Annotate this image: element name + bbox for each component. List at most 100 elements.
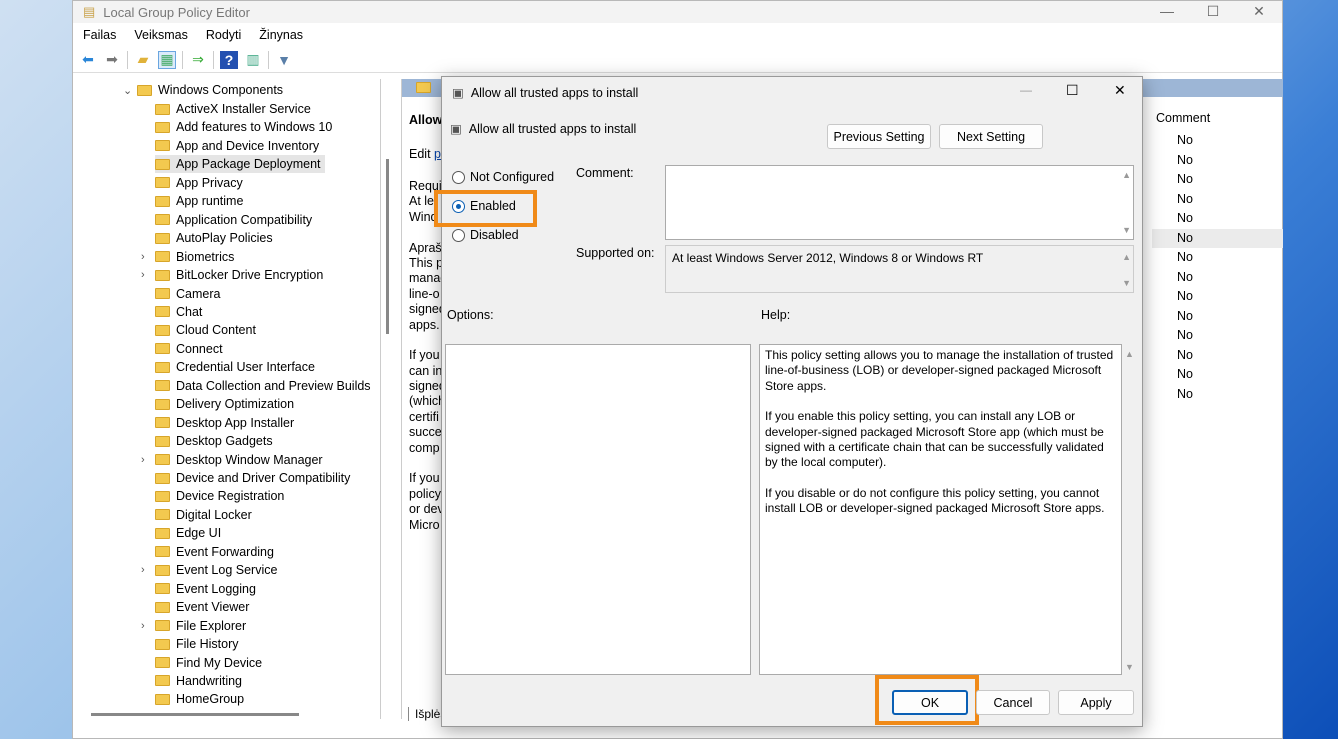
forward-icon[interactable]: ➡ xyxy=(103,51,121,69)
folder-icon xyxy=(155,435,170,447)
next-setting-button[interactable]: Next Setting xyxy=(939,124,1043,149)
tree-item[interactable]: Connect xyxy=(155,340,223,358)
tree-item[interactable]: App runtime xyxy=(155,192,243,210)
tree-item[interactable]: › Desktop Window Manager xyxy=(141,451,323,469)
tree-item[interactable]: ActiveX Installer Service xyxy=(155,100,311,118)
tree-item[interactable]: Event Forwarding xyxy=(155,543,274,561)
chevron-down-icon[interactable]: ⌄ xyxy=(123,84,132,97)
tree-item[interactable]: Add features to Windows 10 xyxy=(155,118,332,136)
menu-veiksmas[interactable]: Veiksmas xyxy=(134,28,188,42)
apply-button[interactable]: Apply xyxy=(1058,690,1134,715)
comment-cell[interactable]: No xyxy=(1152,268,1283,287)
tree-item[interactable]: ⌄ Windows Components xyxy=(123,81,283,99)
dialog-heading: ▣ Allow all trusted apps to install xyxy=(450,121,636,137)
tree-item[interactable]: Handwriting xyxy=(155,672,242,690)
comment-cell[interactable]: No xyxy=(1152,209,1283,228)
tree-item-label: Cloud Content xyxy=(176,323,256,338)
folder-icon xyxy=(155,657,170,668)
cancel-button[interactable]: Cancel xyxy=(976,690,1050,715)
tree-item[interactable]: › Event Log Service xyxy=(141,561,277,579)
tree-item[interactable]: Desktop App Installer xyxy=(155,414,294,432)
minimize-button[interactable]: — xyxy=(1144,1,1190,23)
comment-column-header[interactable]: Comment xyxy=(1156,111,1210,125)
tree-item[interactable]: Cloud Content xyxy=(155,321,256,339)
dialog-minimize-button[interactable]: — xyxy=(1020,83,1032,97)
tree-item[interactable]: App and Device Inventory xyxy=(155,137,319,155)
tree-item-label: File Explorer xyxy=(176,618,247,633)
previous-setting-button[interactable]: Previous Setting xyxy=(827,124,931,149)
comment-cell[interactable]: No xyxy=(1152,287,1283,306)
tree-item[interactable]: Camera xyxy=(155,285,220,303)
dialog-close-button[interactable]: ✕ xyxy=(1114,82,1126,99)
menu-rodyti[interactable]: Rodyti xyxy=(206,28,241,42)
tree-item[interactable]: Event Viewer xyxy=(155,598,249,616)
comment-cell[interactable]: No xyxy=(1152,365,1283,384)
chevron-right-icon[interactable]: › xyxy=(141,251,145,263)
help-label: Help: xyxy=(761,308,791,322)
up-folder-icon[interactable]: ▰ xyxy=(134,51,152,69)
chevron-right-icon[interactable]: › xyxy=(141,454,145,466)
extended-view-icon[interactable]: ▥ xyxy=(244,51,262,69)
dialog-maximize-button[interactable]: ☐ xyxy=(1066,82,1079,99)
tree-item[interactable]: Application Compatibility xyxy=(155,211,312,229)
tree-item[interactable]: Delivery Optimization xyxy=(155,395,294,413)
tree-item[interactable]: AutoPlay Policies xyxy=(155,229,273,247)
menu-žinynas[interactable]: Žinynas xyxy=(259,28,303,42)
folder-icon xyxy=(155,509,170,521)
tree-item[interactable]: Event Logging xyxy=(155,580,256,598)
chevron-right-icon[interactable]: › xyxy=(141,269,145,281)
policy-tree[interactable]: ⌄ Windows Components ActiveX Installer Ser… xyxy=(73,79,381,719)
comment-cell[interactable]: No xyxy=(1152,228,1283,248)
comment-cell[interactable]: No xyxy=(1152,326,1283,345)
chevron-right-icon[interactable]: › xyxy=(141,564,145,576)
radio-disabled[interactable]: Disabled xyxy=(452,228,519,242)
chevron-right-icon[interactable]: › xyxy=(141,620,145,632)
tree-item[interactable]: Find My Device xyxy=(155,654,262,672)
comment-cell[interactable]: No xyxy=(1152,248,1283,267)
tree-item[interactable]: Digital Locker xyxy=(155,506,252,524)
tree-item[interactable]: Device Registration xyxy=(155,487,284,505)
tree-item[interactable]: Credential User Interface xyxy=(155,358,315,376)
tree-item[interactable]: › File Explorer xyxy=(141,617,247,635)
tree-item-label: App runtime xyxy=(176,194,244,209)
tree-item[interactable]: › BitLocker Drive Encryption xyxy=(141,266,324,284)
tree-item[interactable]: Desktop Gadgets xyxy=(155,432,273,450)
tree-item-label: Biometrics xyxy=(176,249,235,264)
tree-item[interactable]: Chat xyxy=(155,303,202,321)
comment-cell[interactable]: No xyxy=(1152,307,1283,326)
policy-icon: ▣ xyxy=(450,122,462,136)
help-icon[interactable]: ? xyxy=(220,50,238,69)
tree-item[interactable]: File History xyxy=(155,635,239,653)
back-icon[interactable]: ⬅ xyxy=(79,51,97,69)
comment-textarea[interactable]: ▲ ▼ xyxy=(665,165,1134,240)
tree-item[interactable]: Edge UI xyxy=(155,524,221,542)
folder-icon xyxy=(155,380,170,392)
tree-item[interactable]: App Privacy xyxy=(155,174,243,192)
help-scroll-up[interactable]: ▲ xyxy=(1125,349,1134,359)
divider xyxy=(182,50,183,69)
maximize-button[interactable]: ☐ xyxy=(1190,1,1236,23)
tree-item[interactable]: Data Collection and Preview Builds xyxy=(155,377,371,395)
menu-failas[interactable]: Failas xyxy=(83,28,116,42)
show-hide-tree-icon[interactable]: ▦ xyxy=(158,50,176,69)
comment-cell[interactable]: No xyxy=(1152,131,1283,150)
comment-cell[interactable]: No xyxy=(1152,151,1283,170)
comment-cell[interactable]: No xyxy=(1152,190,1283,209)
tree-item[interactable]: HomeGroup xyxy=(155,690,244,708)
comment-cell[interactable]: No xyxy=(1152,170,1283,189)
filter-icon[interactable]: ▼ xyxy=(275,51,293,69)
tree-item-label: BitLocker Drive Encryption xyxy=(176,268,324,283)
tree-item[interactable]: App Package Deployment xyxy=(155,155,325,174)
tree-item[interactable]: Device and Driver Compatibility xyxy=(155,469,350,487)
export-list-icon[interactable]: ⇒ xyxy=(189,51,207,69)
close-button[interactable]: ✕ xyxy=(1236,1,1282,23)
comment-cell[interactable]: No xyxy=(1152,385,1283,404)
tree-horizontal-scrollbar[interactable] xyxy=(91,713,299,716)
folder-icon xyxy=(155,288,170,299)
policy-link[interactable]: p xyxy=(434,147,441,161)
tree-item[interactable]: › Biometrics xyxy=(141,248,235,266)
help-scroll-down[interactable]: ▼ xyxy=(1125,662,1134,672)
tree-vertical-scrollbar[interactable] xyxy=(386,159,389,334)
radio-not-configured[interactable]: Not Configured xyxy=(452,170,554,184)
comment-cell[interactable]: No xyxy=(1152,346,1283,365)
